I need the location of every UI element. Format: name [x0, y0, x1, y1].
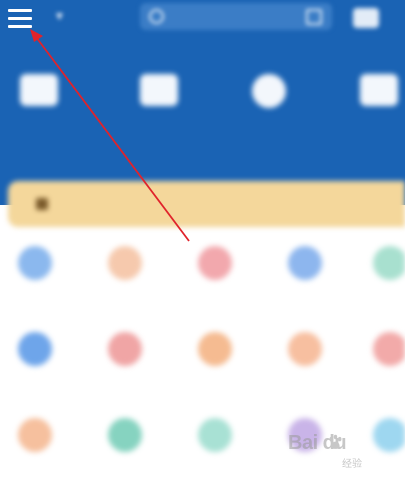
- service-item[interactable]: [0, 236, 85, 321]
- chevron-down-icon: ▼: [56, 12, 63, 22]
- message-icon[interactable]: [353, 8, 379, 28]
- service-item[interactable]: [85, 236, 175, 321]
- scan-icon[interactable]: [306, 9, 322, 25]
- wallet-icon: [20, 74, 58, 106]
- quick-item[interactable]: [230, 66, 306, 156]
- service-icon: [288, 332, 322, 366]
- service-item[interactable]: [175, 236, 265, 321]
- card-icon: [140, 74, 178, 106]
- promo-banner[interactable]: [8, 181, 405, 227]
- service-item[interactable]: [0, 408, 85, 493]
- service-icon: [198, 332, 232, 366]
- service-item[interactable]: [85, 322, 175, 407]
- app-header: ▼: [0, 0, 405, 205]
- service-icon: [18, 246, 52, 280]
- service-icon: [108, 332, 142, 366]
- service-item[interactable]: [175, 322, 265, 407]
- search-input[interactable]: [140, 3, 332, 30]
- service-item[interactable]: [85, 408, 175, 493]
- quick-item[interactable]: [0, 66, 76, 156]
- service-item[interactable]: [265, 236, 355, 321]
- service-item[interactable]: [350, 322, 405, 407]
- service-icon: [373, 246, 405, 280]
- service-item[interactable]: [350, 236, 405, 321]
- service-item[interactable]: [265, 322, 355, 407]
- service-icon: [198, 418, 232, 452]
- hamburger-menu-icon[interactable]: [8, 4, 34, 30]
- clock-icon: [252, 74, 286, 108]
- service-item[interactable]: [175, 408, 265, 493]
- city-selector[interactable]: ▼: [52, 6, 63, 28]
- paw-icon: [329, 434, 342, 449]
- service-icon: [373, 332, 405, 366]
- service-icon: [288, 246, 322, 280]
- briefcase-icon: [360, 74, 398, 106]
- watermark-subtext: 经验: [342, 459, 362, 470]
- service-item[interactable]: [0, 322, 85, 407]
- quick-item[interactable]: [340, 66, 405, 156]
- service-icon: [18, 418, 52, 452]
- baidu-watermark: Bai du 经验: [288, 430, 400, 472]
- notice-icon: [36, 198, 48, 210]
- service-icon: [18, 332, 52, 366]
- service-icon: [108, 246, 142, 280]
- quick-item[interactable]: [120, 66, 196, 156]
- service-icon: [108, 418, 142, 452]
- search-icon: [149, 9, 164, 24]
- quick-actions: [0, 66, 405, 156]
- service-icon: [198, 246, 232, 280]
